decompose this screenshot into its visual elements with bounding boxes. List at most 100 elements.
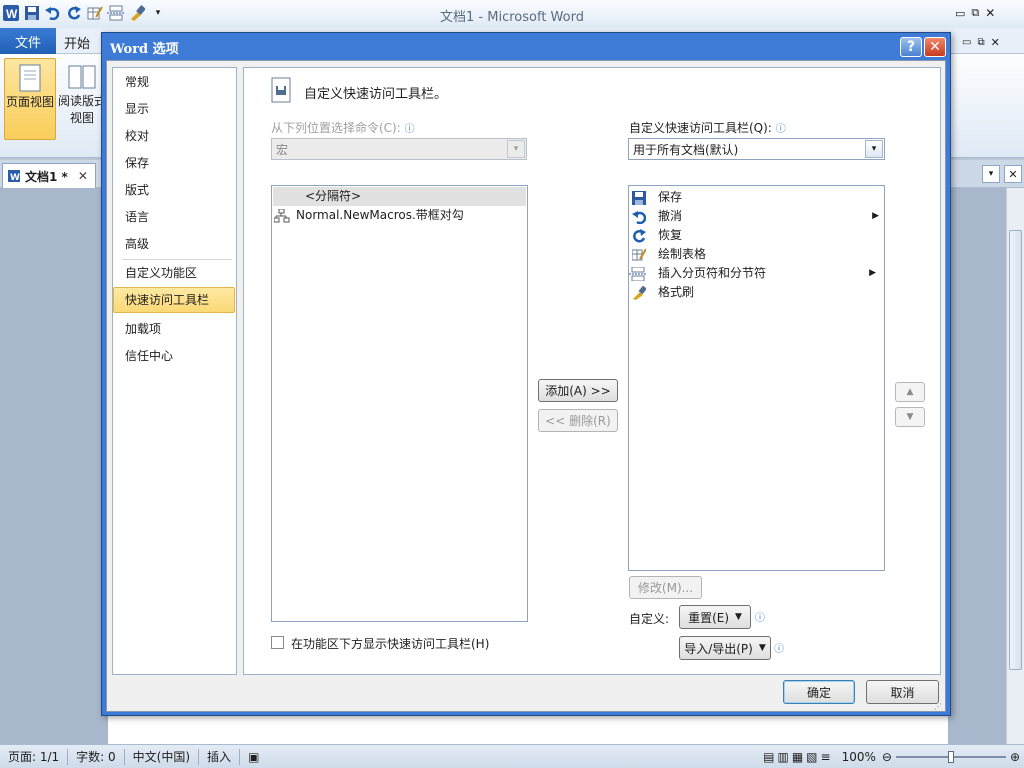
nav-list: 常规 显示 校对 保存 版式 语言 高级 自定义功能区 快速访问工具栏 加载项 …	[113, 71, 235, 371]
submenu-arrow-icon: ▶	[869, 268, 876, 278]
tab-file[interactable]: 文件	[0, 28, 56, 54]
reading-layout-icon	[68, 65, 96, 89]
list-item-macro[interactable]: Normal.NewMacros.带框对勾	[274, 206, 464, 225]
status-insert-mode[interactable]: 插入	[199, 748, 241, 765]
page-header: 自定义快速访问工具栏。	[304, 87, 448, 102]
nav-item-save[interactable]: 保存	[125, 152, 149, 174]
list-item-undo[interactable]: 撤消 ▶	[632, 207, 882, 226]
info-icon: ⓘ	[755, 613, 765, 624]
list-item-save[interactable]: 保存	[632, 188, 682, 207]
nav-item-language[interactable]: 语言	[125, 206, 149, 228]
info-icon: ⓘ	[404, 124, 415, 135]
info-icon: ⓘ	[774, 644, 784, 655]
close-window-icon[interactable]: ✕	[985, 6, 995, 20]
list-item-insert-break[interactable]: 插入分页符和分节符 ▶	[629, 264, 882, 283]
document-tab-label: 文档1 *	[25, 169, 68, 184]
close-document-icon[interactable]: ✕	[1004, 165, 1022, 183]
print-layout-label: 页面视图	[5, 95, 54, 109]
draw-table-icon	[632, 247, 646, 260]
view-buttons[interactable]: ▤▥▦▧≡	[763, 750, 841, 764]
document-icon: W	[8, 170, 20, 183]
status-language[interactable]: 中文(中国)	[125, 748, 200, 765]
customize-qat-label: 自定义快速访问工具栏(Q): ⓘ	[629, 121, 786, 135]
ok-button[interactable]: 确定	[783, 680, 855, 704]
nav-item-display[interactable]: 显示	[125, 98, 149, 120]
ribbon-close-icon[interactable]: ✕	[991, 36, 1000, 49]
choose-commands-value: 宏	[276, 142, 289, 157]
qat-header-icon	[270, 76, 294, 107]
status-bar: 页面: 1/1 字数: 0 中文(中国) 插入 ▣ ▤▥▦▧≡ 100% ⊖ ⊕	[0, 744, 1024, 768]
move-down-button[interactable]: ▼	[895, 407, 925, 427]
cancel-button[interactable]: 取消	[866, 680, 939, 704]
print-layout-button[interactable]: 页面视图	[4, 58, 56, 140]
macro-icon	[274, 208, 290, 222]
submenu-arrow-icon: ▶	[872, 211, 879, 221]
list-item-draw-table[interactable]: 绘制表格	[632, 245, 706, 264]
nav-item-trust-center[interactable]: 信任中心	[125, 345, 173, 367]
chevron-down-icon: ▼	[758, 643, 766, 653]
chevron-down-icon: ▼	[735, 612, 742, 622]
remove-button[interactable]: << 删除(R)	[538, 409, 618, 432]
nav-item-customize-ribbon[interactable]: 自定义功能区	[125, 262, 197, 284]
close-tab-icon[interactable]: ✕	[78, 169, 88, 183]
customize-qat-select[interactable]: 用于所有文档(默认) ▾	[628, 138, 885, 160]
reset-button[interactable]: 重置(E) ▼	[679, 605, 751, 629]
vertical-scrollbar[interactable]	[1006, 188, 1024, 744]
undo-icon	[632, 210, 646, 224]
choose-commands-select[interactable]: 宏 ▾	[271, 138, 527, 160]
tab-list-dropdown-icon[interactable]: ▾	[982, 165, 1000, 183]
format-painter-icon	[633, 285, 646, 300]
show-below-ribbon-checkbox[interactable]	[271, 636, 284, 649]
svg-text:W: W	[10, 173, 20, 183]
nav-item-typography[interactable]: 版式	[125, 179, 149, 201]
window-controls: ▭ ⧉ ✕	[955, 6, 995, 20]
status-words[interactable]: 字数: 0	[68, 748, 125, 765]
import-export-button[interactable]: 导入/导出(P) ▼	[679, 636, 771, 660]
status-page[interactable]: 页面: 1/1	[0, 748, 69, 765]
available-commands-list[interactable]: <分隔符> Normal.NewMacros.带框对勾	[271, 185, 528, 622]
chevron-down-icon: ▾	[865, 140, 883, 158]
ribbon-window-controls: ▭ ⧉ ✕	[962, 36, 1000, 49]
save-icon	[632, 190, 646, 205]
resize-grip-icon[interactable]: ⋰	[934, 702, 944, 712]
zoom-level[interactable]: 100%	[842, 750, 882, 764]
scroll-thumb[interactable]	[1009, 230, 1022, 670]
page-break-icon	[629, 266, 646, 281]
zoom-in-icon[interactable]: ⊕	[1010, 750, 1024, 764]
reading-layout-label: 阅读版式 视图	[57, 94, 106, 125]
nav-item-proofing[interactable]: 校对	[125, 125, 149, 147]
nav-item-advanced[interactable]: 高级	[125, 233, 149, 255]
nav-item-add-ins[interactable]: 加载项	[125, 318, 161, 340]
nav-item-quick-access-toolbar[interactable]: 快速访问工具栏	[125, 289, 209, 311]
modify-button[interactable]: 修改(M)...	[629, 576, 702, 599]
toolbar-commands-list[interactable]: 保存 撤消 ▶ 恢复 绘制表格 插入分页符和分节符 ▶ 格式刷	[628, 185, 885, 571]
choose-commands-label: 从下列位置选择命令(C): ⓘ	[271, 121, 415, 135]
list-item-separator[interactable]: <分隔符>	[273, 187, 526, 206]
reset-button-label: 重置(E)	[688, 610, 730, 625]
macro-record-icon[interactable]: ▣	[240, 749, 267, 765]
info-icon: ⓘ	[775, 124, 786, 135]
ribbon-restore-icon[interactable]: ⧉	[977, 37, 984, 48]
move-up-button[interactable]: ▲	[895, 382, 925, 402]
print-layout-icon	[19, 64, 41, 92]
import-export-label: 导入/导出(P)	[684, 641, 753, 656]
document-tab[interactable]: W 文档1 * ✕	[2, 163, 96, 188]
zoom-out-icon[interactable]: ⊖	[882, 750, 892, 764]
nav-item-general[interactable]: 常规	[125, 71, 149, 93]
close-dialog-icon[interactable]: ✕	[924, 37, 946, 57]
add-button[interactable]: 添加(A) >>	[538, 379, 618, 402]
minimize-icon[interactable]: ▭	[955, 7, 965, 20]
ribbon-minimize-icon[interactable]: ▭	[962, 37, 971, 48]
arrow-down-icon: ▼	[906, 412, 914, 422]
restore-icon[interactable]: ⧉	[971, 6, 979, 20]
help-icon[interactable]: ?	[900, 37, 922, 57]
dialog-title: Word 选项	[110, 42, 179, 57]
list-item-redo[interactable]: 恢复	[632, 226, 682, 245]
list-item-format-painter[interactable]: 格式刷	[632, 283, 694, 302]
customize-qat-value: 用于所有文档(默认)	[633, 142, 739, 157]
zoom-slider[interactable]	[895, 750, 1006, 763]
window-title: 文档1 - Microsoft Word	[440, 10, 584, 25]
chevron-down-icon: ▾	[507, 140, 525, 158]
tab-home[interactable]: 开始	[64, 33, 90, 52]
redo-icon	[633, 228, 646, 242]
